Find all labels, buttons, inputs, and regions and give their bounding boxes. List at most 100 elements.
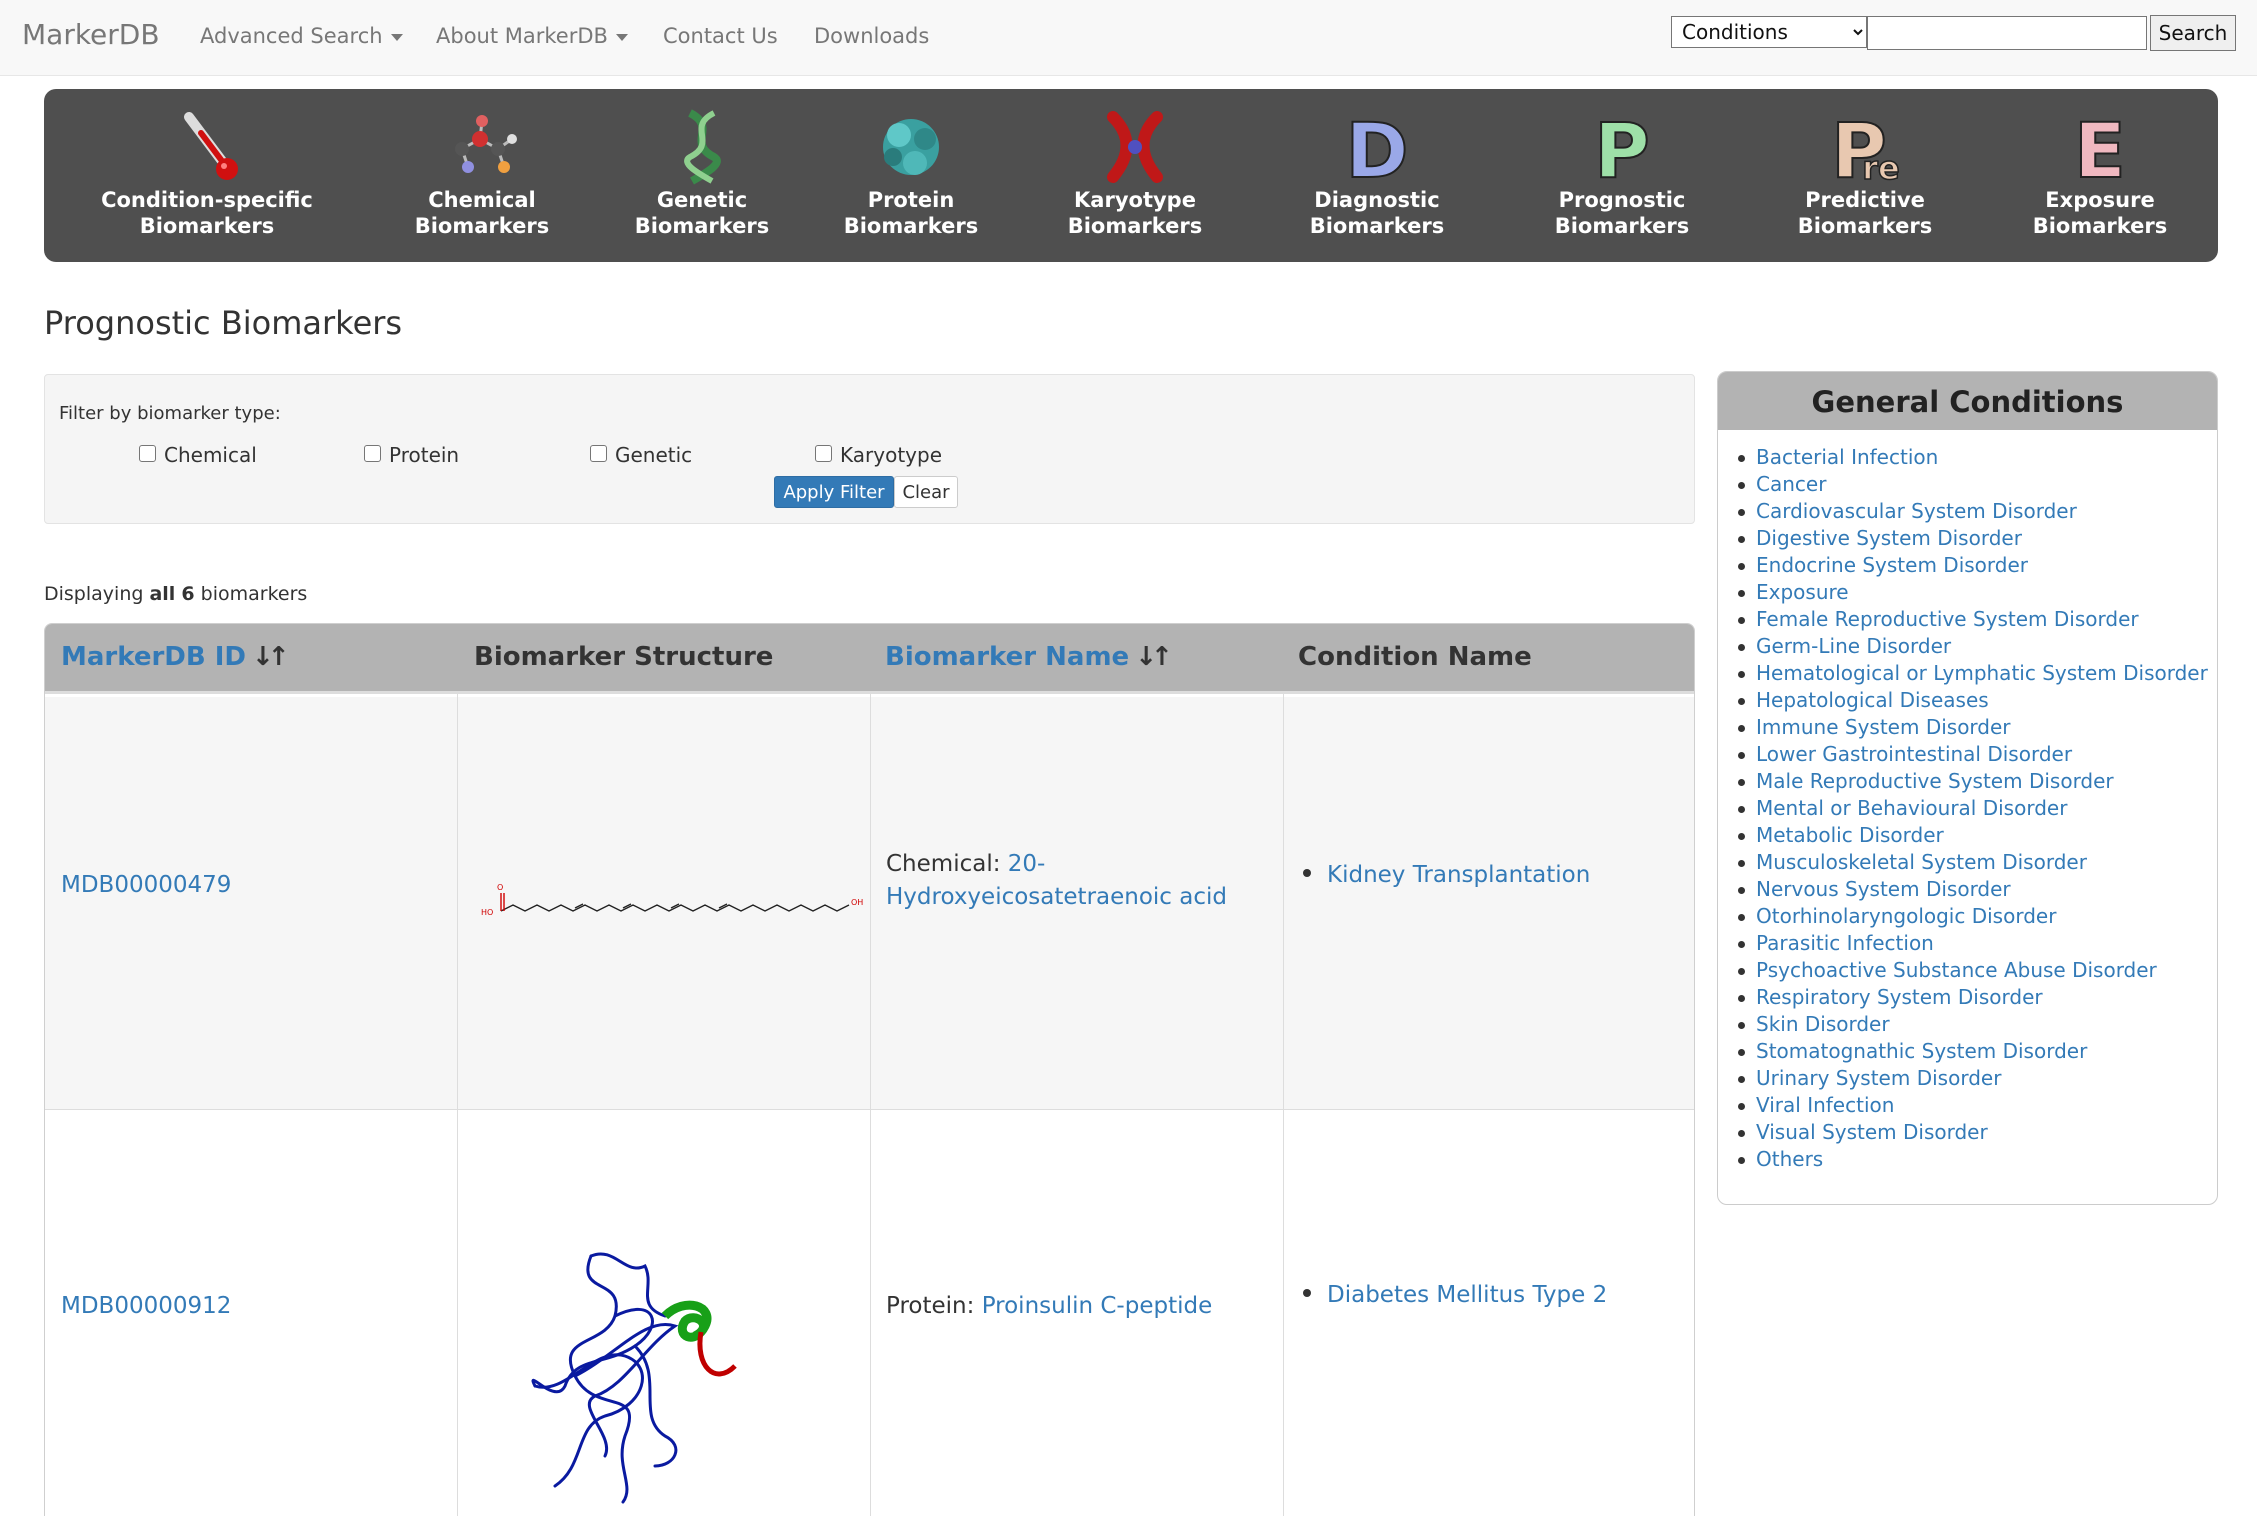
condition-list-item[interactable]: Urinary System Disorder <box>1718 1066 2217 1093</box>
checkbox[interactable] <box>815 445 832 462</box>
letter-d-icon: D <box>1344 109 1409 185</box>
condition-list-item[interactable]: Cardiovascular System Disorder <box>1718 499 2217 526</box>
column-divider <box>457 694 458 1516</box>
biomarker-name-link[interactable]: 20- <box>1008 851 1046 877</box>
condition-list-item[interactable]: Immune System Disorder <box>1718 715 2217 742</box>
condition-list-item[interactable]: Hematological or Lymphatic System Disord… <box>1718 661 2217 688</box>
markerdb-id-link[interactable]: MDB00000479 <box>61 869 231 902</box>
condition-list-item[interactable]: Exposure <box>1718 580 2217 607</box>
search-button[interactable]: Search <box>2150 15 2236 51</box>
checkbox[interactable] <box>364 445 381 462</box>
category-label-line2: Biomarkers <box>634 214 770 238</box>
nav-downloads[interactable]: Downloads <box>814 24 929 48</box>
condition-list-item[interactable]: Digestive System Disorder <box>1718 526 2217 553</box>
results-suffix: biomarkers <box>200 583 308 605</box>
nav-advanced-search[interactable]: Advanced Search <box>200 24 403 48</box>
condition-list-item[interactable]: Parasitic Infection <box>1718 931 2217 958</box>
condition-list-item[interactable]: Stomatognathic System Disorder <box>1718 1039 2217 1066</box>
filter-checkbox-genetic[interactable]: Genetic <box>590 443 692 467</box>
chromosome-icon <box>1107 111 1163 183</box>
filter-checkbox-chemical[interactable]: Chemical <box>139 443 257 467</box>
condition-list-item[interactable]: Hepatological Diseases <box>1718 688 2217 715</box>
condition-list-item[interactable]: Psychoactive Substance Abuse Disorder <box>1718 958 2217 985</box>
category-prognostic[interactable]: P Prognostic Biomarkers <box>1507 109 1737 239</box>
chevron-down-icon <box>390 33 403 41</box>
category-karyotype[interactable]: Karyotype Biomarkers <box>1020 109 1250 239</box>
condition-link[interactable]: Kidney Transplantation <box>1303 862 1590 888</box>
condition-list-item[interactable]: Nervous System Disorder <box>1718 877 2217 904</box>
category-chemical[interactable]: Chemical Biomarkers <box>367 109 597 239</box>
condition-list-item[interactable]: Musculoskeletal System Disorder <box>1718 850 2217 877</box>
category-label-line1: Karyotype <box>1074 188 1196 212</box>
biomarker-name-link[interactable]: Proinsulin C-peptide <box>982 1293 1213 1319</box>
chemical-structure-icon[interactable]: O HO OH <box>477 875 867 935</box>
category-exposure[interactable]: E Exposure Biomarkers <box>1985 109 2215 239</box>
category-label-line2: Biomarkers <box>414 214 550 238</box>
condition-list-item[interactable]: Germ-Line Disorder <box>1718 634 2217 661</box>
category-label-line2: Biomarkers <box>2032 214 2168 238</box>
biomarker-name-cell: Protein: Proinsulin C-peptide <box>886 1290 1276 1323</box>
condition-list-item[interactable]: Female Reproductive System Disorder <box>1718 607 2217 634</box>
category-predictive[interactable]: P re Predictive Biomarkers <box>1750 109 1980 239</box>
search-input[interactable] <box>1867 16 2147 50</box>
category-label-line1: Chemical <box>428 188 536 212</box>
checkbox[interactable] <box>139 445 156 462</box>
condition-list-item[interactable]: Cancer <box>1718 472 2217 499</box>
results-prefix: Displaying <box>44 583 144 605</box>
protein-structure-icon[interactable] <box>515 1236 755 1506</box>
letter-p-icon: P <box>1593 109 1651 185</box>
condition-list-item[interactable]: Others <box>1718 1147 2217 1174</box>
condition-list-item[interactable]: Skin Disorder <box>1718 1012 2217 1039</box>
filter-checkbox-karyotype[interactable]: Karyotype <box>815 443 942 467</box>
column-divider <box>1283 694 1284 1516</box>
category-genetic[interactable]: Genetic Biomarkers <box>587 109 817 239</box>
condition-list-item[interactable]: Male Reproductive System Disorder <box>1718 769 2217 796</box>
condition-link[interactable]: Diabetes Mellitus Type 2 <box>1303 1282 1607 1308</box>
apply-filter-button[interactable]: Apply Filter <box>774 476 894 508</box>
svg-text:OH: OH <box>851 898 863 907</box>
svg-text:E: E <box>2074 109 2126 185</box>
condition-list-item[interactable]: Endocrine System Disorder <box>1718 553 2217 580</box>
nav-about-label: About MarkerDB <box>436 24 608 48</box>
column-divider <box>870 694 871 1516</box>
sort-icon[interactable]: ↓↑ <box>1135 642 1172 672</box>
condition-list-item[interactable]: Bacterial Infection <box>1718 445 2217 472</box>
category-diagnostic[interactable]: D Diagnostic Biomarkers <box>1262 109 1492 239</box>
condition-list-item[interactable]: Viral Infection <box>1718 1093 2217 1120</box>
category-condition-specific[interactable]: Condition-specific Biomarkers <box>92 109 322 239</box>
sort-icon[interactable]: ↓↑ <box>252 642 289 672</box>
column-header-structure: Biomarker Structure <box>474 642 774 672</box>
page-title: Prognostic Biomarkers <box>44 304 403 342</box>
category-label-line1: Condition-specific <box>101 188 313 212</box>
condition-list-item[interactable]: Otorhinolaryngologic Disorder <box>1718 904 2217 931</box>
biomarker-type: Chemical: <box>886 851 1001 877</box>
svg-text:O: O <box>497 883 503 892</box>
category-protein[interactable]: Protein Biomarkers <box>796 109 1026 239</box>
condition-list-item[interactable]: Mental or Behavioural Disorder <box>1718 796 2217 823</box>
clear-filter-button[interactable]: Clear <box>894 476 958 508</box>
nav-about-markerdb[interactable]: About MarkerDB <box>436 24 628 48</box>
column-header-markerdb-id[interactable]: MarkerDB ID ↓↑ <box>61 642 289 672</box>
condition-list-item[interactable]: Lower Gastrointestinal Disorder <box>1718 742 2217 769</box>
biomarker-name-link-cont[interactable]: Hydroxyeicosatetraenoic acid <box>886 884 1227 910</box>
nav-advanced-search-label: Advanced Search <box>200 24 383 48</box>
general-conditions-list: Bacterial Infection Cancer Cardiovascular … <box>1718 445 2217 1174</box>
svg-text:re: re <box>1862 149 1899 185</box>
condition-list-item[interactable]: Metabolic Disorder <box>1718 823 2217 850</box>
top-navbar: MarkerDB Advanced Search About MarkerDB … <box>0 0 2257 76</box>
checkbox[interactable] <box>590 445 607 462</box>
brand-logo[interactable]: MarkerDB <box>22 18 160 51</box>
category-label-line1: Prognostic <box>1558 188 1686 212</box>
biomarker-type: Protein: <box>886 1293 975 1319</box>
results-all: all <box>149 583 176 605</box>
condition-list-item[interactable]: Respiratory System Disorder <box>1718 985 2217 1012</box>
thermometer-icon <box>184 112 238 180</box>
condition-list-item[interactable]: Visual System Disorder <box>1718 1120 2217 1147</box>
column-header-biomarker-name[interactable]: Biomarker Name ↓↑ <box>885 642 1173 672</box>
search-scope-select[interactable]: Conditions <box>1671 16 1867 48</box>
category-label-line2: Biomarkers <box>843 214 979 238</box>
results-count-number: 6 <box>181 583 195 605</box>
markerdb-id-link[interactable]: MDB00000912 <box>61 1290 231 1323</box>
nav-contact-us[interactable]: Contact Us <box>663 24 778 48</box>
filter-checkbox-protein[interactable]: Protein <box>364 443 459 467</box>
